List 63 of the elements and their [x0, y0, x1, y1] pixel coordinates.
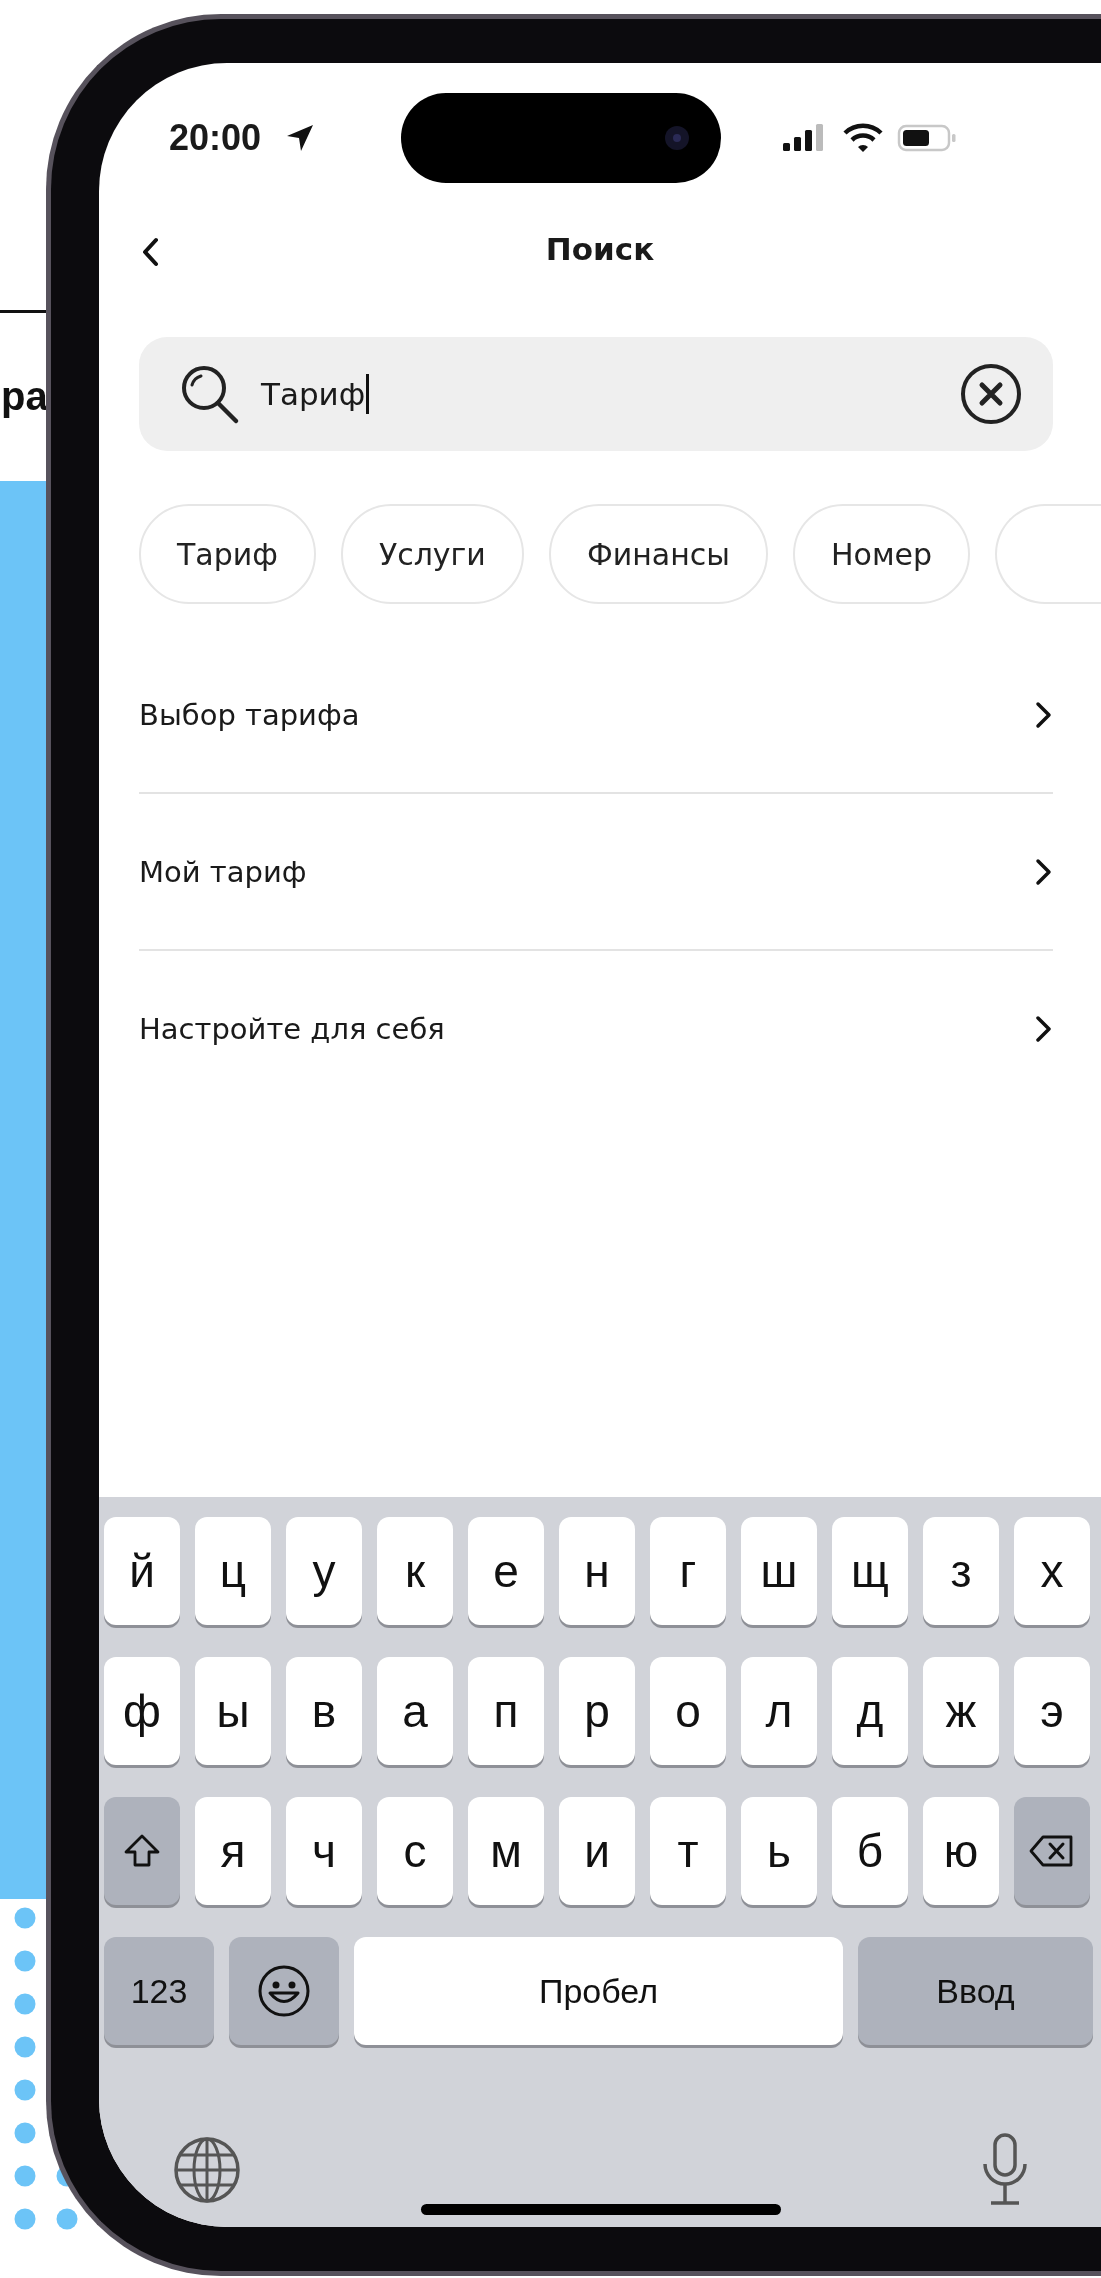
keyboard-key[interactable]: и	[559, 1797, 635, 1905]
keyboard-key[interactable]: й	[104, 1517, 180, 1625]
keyboard-key[interactable]: н	[559, 1517, 635, 1625]
smiley-icon	[257, 1964, 311, 2018]
backspace-icon	[1029, 1834, 1075, 1868]
keyboard-key[interactable]: с	[377, 1797, 453, 1905]
emoji-key[interactable]	[229, 1937, 339, 2045]
status-time: 20:00	[169, 117, 263, 159]
filter-chip[interactable]: Услуги	[340, 504, 524, 604]
search-icon	[179, 363, 241, 425]
page-title: Поиск	[545, 231, 655, 267]
battery-icon	[897, 123, 957, 153]
filter-chip[interactable]: Номер	[793, 504, 971, 604]
keyboard-key[interactable]: ч	[286, 1797, 362, 1905]
keyboard-key[interactable]: ж	[923, 1657, 999, 1765]
back-chevron-icon	[141, 237, 161, 267]
search-field[interactable]: Тариф	[139, 337, 1053, 451]
keyboard-key[interactable]: ш	[741, 1517, 817, 1625]
keyboard-key[interactable]: щ	[832, 1517, 908, 1625]
keyboard-key[interactable]: б	[832, 1797, 908, 1905]
keyboard-key[interactable]: у	[286, 1517, 362, 1625]
keyboard-key[interactable]: ф	[104, 1657, 180, 1765]
numbers-key[interactable]: 123	[104, 1937, 214, 2045]
chevron-right-icon	[1035, 699, 1053, 730]
keyboard-key[interactable]: м	[468, 1797, 544, 1905]
keyboard-key[interactable]: е	[468, 1517, 544, 1625]
globe-icon[interactable]	[172, 2135, 242, 2205]
keyboard-key[interactable]: з	[923, 1517, 999, 1625]
keyboard-key[interactable]: л	[741, 1657, 817, 1765]
text-cursor	[366, 374, 370, 414]
keyboard-key[interactable]: ы	[195, 1657, 271, 1765]
search-query: Тариф	[261, 376, 366, 412]
keyboard-key[interactable]: э	[1014, 1657, 1090, 1765]
shift-key[interactable]	[104, 1797, 180, 1905]
keyboard-key[interactable]: ь	[741, 1797, 817, 1905]
chevron-right-icon	[1035, 856, 1053, 887]
result-item[interactable]: Выбор тарифа	[139, 697, 360, 732]
space-key[interactable]: Пробел	[354, 1937, 843, 2045]
chevron-right-icon	[1035, 1013, 1053, 1044]
keyboard-key[interactable]: х	[1014, 1517, 1090, 1625]
keyboard-key[interactable]: п	[468, 1657, 544, 1765]
result-item[interactable]: Настройте для себя	[139, 1011, 445, 1046]
keyboard-key[interactable]: к	[377, 1517, 453, 1625]
keyboard-key[interactable]: г	[650, 1517, 726, 1625]
keyboard-key[interactable]: т	[650, 1797, 726, 1905]
keyboard-key[interactable]: в	[286, 1657, 362, 1765]
location-arrow-icon	[285, 123, 315, 153]
keyboard-key[interactable]: ц	[195, 1517, 271, 1625]
wifi-icon	[843, 123, 883, 153]
keyboard-key[interactable]: о	[650, 1657, 726, 1765]
keyboard-key[interactable]: я	[195, 1797, 271, 1905]
return-key[interactable]: Ввод	[858, 1937, 1093, 2045]
keyboard-key[interactable]: д	[832, 1657, 908, 1765]
keyboard-key[interactable]: а	[377, 1657, 453, 1765]
keyboard-key[interactable]: р	[559, 1657, 635, 1765]
result-item[interactable]: Мой тариф	[139, 854, 307, 889]
filter-chip[interactable]: Тариф	[139, 504, 316, 604]
clear-icon[interactable]	[959, 362, 1023, 426]
heading-fragment: ра	[1, 376, 48, 416]
camera-lens-icon	[663, 124, 691, 152]
filter-chip[interactable]: Финансы	[548, 504, 768, 604]
keyboard-key[interactable]: ю	[923, 1797, 999, 1905]
backspace-key[interactable]	[1014, 1797, 1090, 1905]
